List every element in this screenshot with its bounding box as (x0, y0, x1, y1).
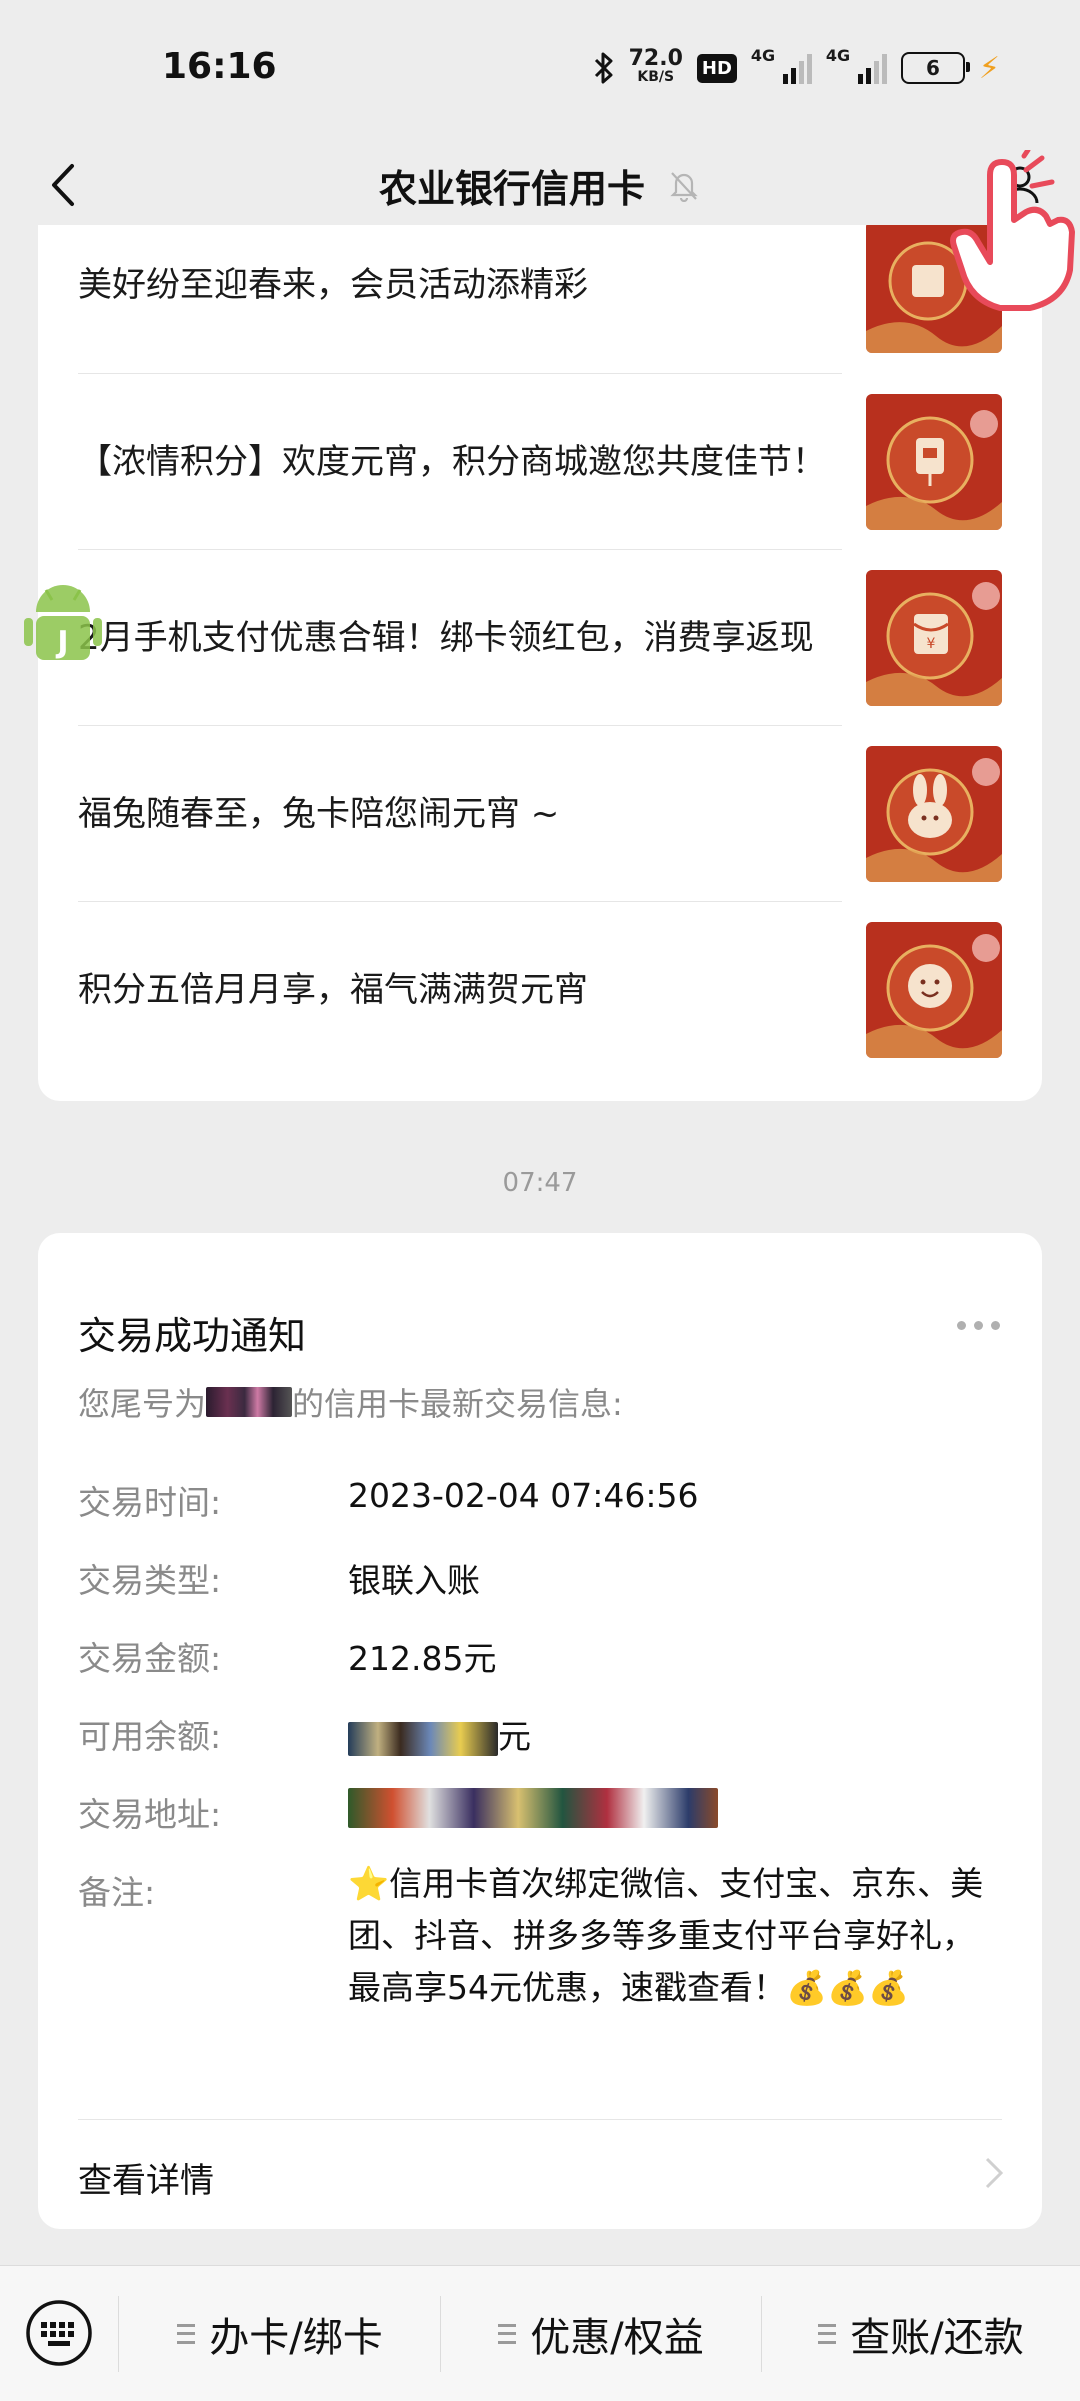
article-title: 【浓情积分】欢度元宵，积分商城邀您共度佳节！ (78, 442, 826, 482)
article-item-2[interactable]: 【浓情积分】欢度元宵，积分商城邀您共度佳节！ (78, 374, 1002, 550)
row-transaction-time: 交易时间: 2023-02-04 07:46:56 (78, 1476, 1002, 1524)
signal-sim1-icon: 4G (751, 46, 812, 84)
masked-address (348, 1788, 718, 1828)
article-item-5[interactable]: 积分五倍月月享，福气满满贺元宵 (78, 902, 1002, 1078)
view-details-link[interactable]: 查看详情 (78, 2153, 214, 2202)
menu-label: 优惠/权益 (530, 2314, 704, 2361)
row-label: 交易金额: (78, 1639, 222, 1678)
chat-title: 农业银行信用卡 (0, 140, 1080, 230)
mute-bell-icon (670, 172, 698, 202)
article-item-1[interactable]: 美好纷至迎春来，会员活动添精彩 (78, 225, 1002, 375)
net-speed-unit: KB/S (637, 69, 675, 85)
bluetooth-icon (594, 52, 613, 84)
bottom-menu-bar: 办卡/绑卡 优惠/权益 查账/还款 (0, 2265, 1080, 2401)
row-transaction-amount: 交易金额: 212.85元 (78, 1632, 1002, 1680)
row-label: 备注: (78, 1873, 156, 1912)
svg-text:J: J (55, 625, 68, 660)
row-transaction-type: 交易类型: 银联入账 (78, 1554, 1002, 1602)
battery-level: 6 (925, 56, 940, 80)
sim2-label: 4G (825, 46, 851, 65)
menu-bill-repay[interactable]: 查账/还款 (762, 2266, 1080, 2401)
menu-label: 查账/还款 (850, 2314, 1024, 2361)
back-button[interactable] (28, 140, 98, 230)
chevron-left-icon (52, 164, 74, 206)
hd-badge: HD (696, 53, 737, 83)
row-transaction-address: 交易地址: (78, 1788, 1002, 1836)
more-options-icon[interactable] (957, 1321, 1000, 1330)
page-title: 农业银行信用卡 (378, 166, 645, 211)
article-title: 2月手机支付优惠合辑！绑卡领红包，消费享返现 (78, 618, 814, 658)
rabbit-icon (866, 746, 1002, 882)
status-bar: 16:16 72.0 KB/S HD 4G 4G 6 ⚡ (0, 0, 1080, 140)
article-title: 积分五倍月月享，福气满满贺元宵 (78, 970, 588, 1010)
svg-text:¥: ¥ (927, 636, 936, 652)
article-item-3[interactable]: 2月手机支付优惠合辑！绑卡领红包，消费享返现 ¥ (78, 550, 1002, 726)
promo-note[interactable]: ⭐信用卡首次绑定微信、支付宝、京东、美团、抖音、拼多多等多重支付平台享好礼，最高… (348, 1858, 988, 2014)
tap-hand-icon (950, 150, 1075, 311)
transaction-card[interactable]: 交易成功通知 您尾号为 的信用卡最新交易信息: 交易时间: 2023-02-04… (38, 1233, 1042, 2229)
red-envelope-icon: ¥ (866, 570, 1002, 706)
menu-apply-card[interactable]: 办卡/绑卡 (120, 2266, 440, 2401)
message-timestamp: 07:47 (502, 1168, 578, 1198)
status-time: 16:16 (162, 46, 277, 87)
charging-icon: ⚡ (978, 50, 1000, 86)
signal-sim2-icon: 4G (826, 46, 887, 84)
status-icons: 72.0 KB/S HD 4G 4G 6 ⚡ (593, 46, 1000, 90)
row-value: 2023-02-04 07:46:56 (348, 1476, 699, 1515)
transaction-subtitle: 您尾号为 的信用卡最新交易信息: (78, 1379, 623, 1425)
subtitle-prefix: 您尾号为 (78, 1385, 207, 1423)
row-label: 交易类型: (78, 1561, 222, 1600)
transaction-title: 交易成功通知 (78, 1314, 307, 1358)
article-title: 福兔随春至，兔卡陪您闹元宵 ~ (78, 794, 560, 834)
row-label: 可用余额: (78, 1717, 222, 1756)
menu-offers[interactable]: 优惠/权益 (441, 2266, 761, 2401)
divider (78, 2119, 1002, 2120)
menu-list-icon (177, 2323, 196, 2344)
menu-list-icon (818, 2323, 837, 2344)
subtitle-suffix: 的信用卡最新交易信息: (292, 1385, 623, 1423)
balance-unit: 元 (498, 1717, 531, 1756)
chevron-right-icon (985, 2157, 1004, 2189)
row-value: 元 (348, 1710, 1002, 1758)
row-available-balance: 可用余额: 元 (78, 1710, 1002, 1758)
masked-card-number (206, 1387, 293, 1417)
row-value: 银联入账 (348, 1561, 480, 1600)
article-title: 美好纷至迎春来，会员活动添精彩 (78, 265, 588, 305)
masked-balance (348, 1721, 498, 1756)
menu-separator (118, 2296, 119, 2372)
gift-icon (866, 394, 1002, 530)
android-assistant-icon[interactable]: J (24, 582, 102, 670)
net-speed: 72.0 KB/S (628, 46, 683, 87)
row-value (348, 1788, 1002, 1836)
sim1-label: 4G (750, 46, 776, 65)
keyboard-icon[interactable] (24, 2298, 94, 2368)
nav-bar: 农业银行信用卡 (0, 140, 1080, 230)
menu-label: 办卡/绑卡 (209, 2314, 383, 2361)
row-label: 交易地址: (78, 1795, 222, 1834)
row-note: 备注: ⭐信用卡首次绑定微信、支付宝、京东、美团、抖音、拼多多等多重支付平台享好… (78, 1864, 1002, 2014)
article-item-4[interactable]: 福兔随春至，兔卡陪您闹元宵 ~ (78, 726, 1002, 902)
battery-icon: 6 (900, 52, 970, 84)
article-list-card: 美好纷至迎春来，会员活动添精彩 【浓情积分】欢度元宵，积分商城邀您共度佳节！ 2… (38, 225, 1042, 1101)
smile-icon (866, 922, 1002, 1058)
menu-list-icon (498, 2323, 517, 2344)
row-label: 交易时间: (78, 1483, 222, 1522)
net-speed-value: 72.0 (628, 46, 683, 71)
row-value: 212.85元 (348, 1639, 497, 1678)
